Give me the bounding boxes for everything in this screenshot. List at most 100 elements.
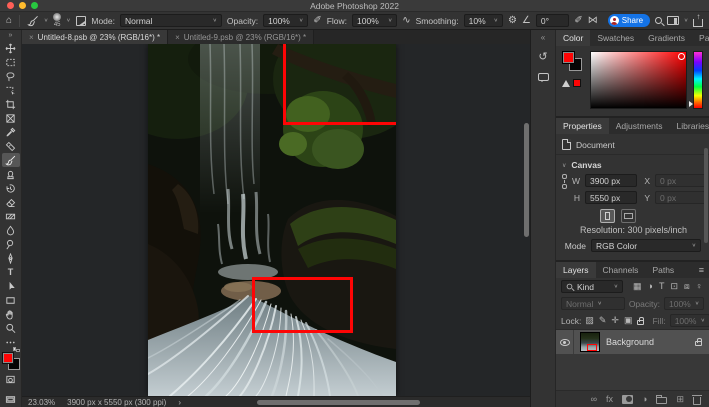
share-button[interactable]: Share [608, 14, 650, 27]
portrait-orientation-button[interactable] [600, 209, 615, 223]
gradient-tool[interactable] [2, 209, 20, 223]
width-field[interactable]: 3900 px [585, 174, 637, 187]
toggle-brush-settings-icon[interactable] [76, 16, 87, 26]
close-tab-icon[interactable]: × [175, 33, 180, 42]
quick-mask-icon[interactable] [5, 374, 16, 385]
lock-paint-icon[interactable]: ✎ [599, 316, 607, 325]
export-icon[interactable] [693, 19, 703, 27]
layer-blend-mode-select[interactable]: Normal ∨ [561, 297, 625, 310]
path-selection-tool[interactable] [2, 279, 20, 293]
pen-tool[interactable] [2, 251, 20, 265]
zoom-tool[interactable] [2, 321, 20, 335]
properties-scrollbar[interactable] [704, 148, 708, 243]
object-selection-tool[interactable] [2, 83, 20, 97]
history-brush-tool[interactable] [2, 181, 20, 195]
document-tab-untitled-8[interactable]: × Untitled-8.psb @ 23% (RGB/16*) * [22, 30, 168, 44]
color-mode-select[interactable]: RGB Color ∨ [591, 239, 701, 252]
new-layer-icon[interactable]: ⊞ [676, 395, 684, 404]
layer-effects-icon[interactable]: fx [606, 395, 613, 404]
tab-paths[interactable]: Paths [645, 262, 681, 278]
search-icon[interactable] [655, 17, 662, 24]
home-icon[interactable]: ⌂ [6, 16, 12, 26]
brush-preset-picker[interactable]: 45 [53, 13, 61, 28]
hue-slider[interactable] [693, 51, 703, 109]
layer-filter-select[interactable]: Kind ∨ [561, 280, 623, 293]
canvas-image[interactable] [148, 44, 396, 396]
frame-tool[interactable] [2, 111, 20, 125]
color-picker-marker[interactable] [678, 53, 685, 60]
workspace-switcher-icon[interactable] [667, 16, 679, 25]
move-tool[interactable] [2, 41, 20, 55]
foreground-background-colors[interactable] [2, 352, 20, 370]
tab-gradients[interactable]: Gradients [641, 30, 692, 46]
layer-opacity-select[interactable]: 100% ∨ [664, 297, 704, 310]
tab-channels[interactable]: Channels [596, 262, 646, 278]
layer-visibility-toggle[interactable] [556, 330, 574, 354]
lock-move-icon[interactable]: ✛ [611, 316, 619, 325]
filter-shape-layers-icon[interactable]: ⊡ [670, 282, 678, 291]
panel-menu-icon[interactable]: ≡ [694, 262, 709, 278]
lasso-tool[interactable] [2, 69, 20, 83]
gamut-warning[interactable] [562, 79, 581, 87]
canvas-viewport[interactable] [22, 44, 530, 396]
close-tab-icon[interactable]: × [29, 33, 34, 42]
filter-adjustment-layers-icon[interactable]: ◑ [648, 282, 653, 291]
tab-swatches[interactable]: Swatches [590, 30, 641, 46]
eraser-tool[interactable] [2, 195, 20, 209]
zoom-level[interactable]: 23.03% [28, 398, 55, 407]
filter-pixel-layers-icon[interactable]: ▦ [633, 282, 642, 291]
landscape-orientation-button[interactable] [621, 209, 636, 223]
layer-mask-icon[interactable] [622, 395, 633, 404]
adjustment-layer-icon[interactable]: ◑ [642, 395, 647, 404]
filter-smart-objects-icon[interactable]: ⧈ [684, 282, 690, 291]
pressure-size-icon[interactable]: ✐ [574, 16, 582, 26]
lock-transparency-icon[interactable]: ▨ [585, 316, 594, 325]
collapse-dock-icon[interactable]: « [541, 33, 545, 42]
eyedropper-tool[interactable] [2, 125, 20, 139]
height-field[interactable]: 5550 px [585, 191, 637, 204]
status-options-chevron[interactable]: › [178, 398, 181, 407]
y-field[interactable]: 0 px [655, 191, 707, 204]
foreground-color-swatch[interactable] [562, 51, 575, 64]
layer-group-icon[interactable] [656, 397, 667, 404]
blend-mode-select[interactable]: Normal ∨ [120, 14, 222, 27]
fill-select[interactable]: 100% ∨ [670, 314, 709, 327]
tab-color[interactable]: Color [556, 30, 590, 46]
hand-tool[interactable] [2, 307, 20, 321]
screen-mode-icon[interactable] [5, 394, 16, 405]
airbrush-icon[interactable]: ∿ [402, 16, 410, 26]
chevron-down-icon[interactable]: ∨ [44, 18, 48, 24]
layer-row-background[interactable]: Background [556, 330, 709, 354]
lock-artboard-icon[interactable]: ▣ [624, 316, 633, 325]
tab-patterns[interactable]: Patterns [692, 30, 709, 46]
flow-select[interactable]: 100% ∨ [352, 14, 397, 27]
filter-toggle-icon[interactable]: ♀ [696, 282, 703, 291]
smoothing-select[interactable]: 10% ∨ [464, 14, 503, 27]
horizontal-scrollbar[interactable] [257, 400, 420, 405]
lock-all-icon[interactable] [637, 320, 644, 325]
blur-tool[interactable] [2, 223, 20, 237]
delete-layer-icon[interactable] [693, 397, 701, 405]
clone-stamp-tool[interactable] [2, 167, 20, 181]
vertical-scrollbar[interactable] [524, 123, 529, 237]
pressure-opacity-icon[interactable]: ✐ [313, 16, 321, 26]
dodge-tool[interactable] [2, 237, 20, 251]
rectangle-tool[interactable] [2, 293, 20, 307]
brush-angle-field[interactable]: 0° [536, 14, 569, 27]
chevron-down-icon[interactable]: ∨ [66, 18, 70, 24]
canvas-section-header[interactable]: ∨ Canvas [562, 160, 703, 170]
version-history-icon[interactable]: ↺ [538, 52, 547, 63]
spot-healing-brush-tool[interactable] [2, 139, 20, 153]
tab-layers[interactable]: Layers [556, 262, 596, 278]
tab-libraries[interactable]: Libraries [670, 118, 709, 134]
hue-slider-marker[interactable] [689, 101, 693, 107]
tab-adjustments[interactable]: Adjustments [609, 118, 670, 134]
type-tool[interactable]: T [2, 265, 20, 279]
rectangular-marquee-tool[interactable] [2, 55, 20, 69]
layer-lock-icon[interactable] [695, 341, 702, 346]
color-panel-swatches[interactable] [562, 51, 582, 71]
link-dimensions-icon[interactable] [562, 174, 567, 204]
brush-tool-icon[interactable] [27, 15, 39, 27]
comments-icon[interactable] [538, 73, 549, 81]
document-tab-untitled-9[interactable]: × Untitled-9.psb @ 23% (RGB/16*) * [168, 30, 314, 44]
